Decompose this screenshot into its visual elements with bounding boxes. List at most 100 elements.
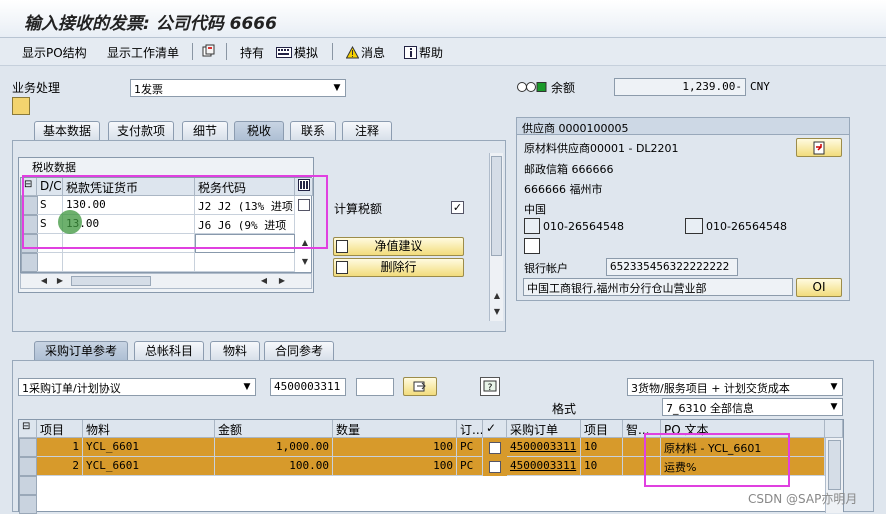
messages-button[interactable]: 消息 bbox=[346, 44, 385, 61]
phone-icon[interactable] bbox=[524, 218, 540, 234]
tab-notes[interactable]: 注释 bbox=[342, 121, 392, 140]
delete-row-button[interactable]: 删除行 bbox=[333, 258, 464, 277]
bank-account-value: 652335456322222222 bbox=[606, 258, 738, 276]
help-button[interactable]: 帮助 bbox=[404, 44, 443, 61]
delete-row-icon bbox=[336, 261, 348, 274]
tab-details[interactable]: 细节 bbox=[182, 121, 228, 140]
bank-name-value: 中国工商银行,福州市分行仓山营业部 bbox=[523, 278, 793, 296]
item-scope-select[interactable]: 3货物/服务项目 + 计划交货成本 ▼ bbox=[627, 378, 843, 396]
vendor-header: 供应商 0000100005 bbox=[522, 122, 629, 135]
row-selector[interactable] bbox=[19, 457, 37, 476]
status-lights-icon bbox=[516, 80, 550, 94]
item-quantity[interactable]: 100 bbox=[333, 438, 457, 457]
vendor-pobox: 邮政信箱 666666 bbox=[524, 163, 614, 176]
tab-po-reference[interactable]: 采购订单参考 bbox=[34, 341, 128, 360]
messages-label: 消息 bbox=[361, 46, 386, 60]
item-unit: PC bbox=[457, 457, 483, 476]
header-material: 物料 bbox=[83, 420, 215, 438]
row-selector[interactable] bbox=[19, 438, 37, 457]
calc-tax-label: 计算税额 bbox=[334, 202, 383, 216]
hold-button[interactable]: 持有 bbox=[240, 44, 264, 61]
po-item-input[interactable] bbox=[356, 378, 394, 396]
row-selector[interactable] bbox=[21, 253, 38, 272]
tab-gl-account[interactable]: 总帐科目 bbox=[134, 341, 204, 360]
item-po-link[interactable]: 4500003311 bbox=[507, 438, 581, 457]
oi-button[interactable]: OI bbox=[796, 278, 842, 297]
item-number: 1 bbox=[37, 438, 83, 457]
item-amount[interactable]: 100.00 bbox=[215, 457, 333, 476]
vendor-city: 666666 福州市 bbox=[524, 183, 603, 196]
fax-icon[interactable] bbox=[685, 218, 703, 234]
po-type-select[interactable]: 1采购订单/计划协议 ▼ bbox=[18, 378, 256, 396]
chevron-down-icon: ▼ bbox=[830, 382, 838, 392]
format-select[interactable]: 7_6310 全部信息 ▼ bbox=[662, 398, 843, 416]
show-po-structure-button[interactable]: 显示PO结构 bbox=[22, 44, 87, 61]
format-label: 格式 bbox=[552, 402, 577, 416]
item-checkbox[interactable] bbox=[489, 461, 501, 473]
item-quantity[interactable]: 100 bbox=[333, 457, 457, 476]
document-icon[interactable] bbox=[12, 97, 30, 115]
bank-account-label: 银行帐户 bbox=[524, 262, 568, 275]
simulate-button[interactable]: 模拟 bbox=[276, 44, 318, 61]
balance-label: 余额 bbox=[551, 81, 576, 95]
balance-value: 1,239.00- bbox=[614, 78, 746, 96]
row-selector[interactable] bbox=[19, 495, 37, 514]
vendor-phone: 010-26564548 bbox=[543, 220, 624, 233]
simulate-label: 模拟 bbox=[294, 46, 319, 60]
tab-contact[interactable]: 联系 bbox=[290, 121, 336, 140]
header-po-item: 项目 bbox=[581, 420, 623, 438]
svg-text:?: ? bbox=[488, 383, 493, 393]
tab-contract-reference[interactable]: 合同参考 bbox=[264, 341, 334, 360]
header-selection-icon: ✓ bbox=[483, 420, 507, 438]
tax-section-title: 税收数据 bbox=[32, 161, 76, 174]
calc-tax-checkbox[interactable]: ✓ bbox=[451, 201, 464, 214]
vendor-change-button[interactable] bbox=[796, 138, 842, 157]
copy-icon[interactable] bbox=[202, 44, 217, 58]
item-po-item: 10 bbox=[581, 438, 623, 457]
chevron-down-icon: ▼ bbox=[830, 402, 838, 412]
item-po-link[interactable]: 4500003311 bbox=[507, 457, 581, 476]
row-selector[interactable] bbox=[19, 476, 37, 495]
header-po: 采购订单 bbox=[507, 420, 581, 438]
header-item: 项目 bbox=[37, 420, 83, 438]
item-checkbox[interactable] bbox=[489, 442, 501, 454]
tax-hscrollbar[interactable]: ◀ ▶ ◀ ▶ bbox=[20, 273, 312, 289]
show-worklist-button[interactable]: 显示工作清单 bbox=[107, 44, 179, 61]
item-unit: PC bbox=[457, 438, 483, 457]
balance-currency: CNY bbox=[750, 80, 770, 93]
search-help-icon[interactable]: ? bbox=[480, 377, 500, 396]
item-po-item: 10 bbox=[581, 457, 623, 476]
annotation-box bbox=[644, 433, 790, 487]
transaction-select[interactable]: 1发票 ▼ bbox=[130, 79, 346, 97]
vendor-name: 原材料供应商00001 - DL2201 bbox=[524, 142, 679, 155]
vendor-country: 中国 bbox=[524, 203, 546, 216]
list-icon bbox=[336, 240, 348, 253]
application-toolbar: 显示PO结构 显示工作清单 持有 模拟 消息 帮助 bbox=[0, 38, 886, 66]
po-number-input[interactable]: 4500003311 bbox=[270, 378, 346, 396]
item-number: 2 bbox=[37, 457, 83, 476]
tab-basic-data[interactable]: 基本数据 bbox=[34, 121, 100, 140]
transaction-label: 业务处理 bbox=[12, 81, 61, 95]
tab-payment[interactable]: 支付款项 bbox=[108, 121, 174, 140]
chevron-down-icon: ▼ bbox=[243, 382, 251, 392]
vendor-fax: 010-26564548 bbox=[706, 220, 787, 233]
net-proposal-button[interactable]: 净值建议 bbox=[333, 237, 464, 256]
header-unit: 订... bbox=[457, 420, 483, 438]
header-amount: 金额 bbox=[215, 420, 333, 438]
help-label: 帮助 bbox=[419, 46, 444, 60]
tax-panel-scrollbar[interactable]: ▲ ▼ bbox=[489, 153, 503, 321]
annotation-box bbox=[22, 175, 328, 249]
chevron-down-icon: ▼ bbox=[333, 83, 341, 93]
transfer-button[interactable] bbox=[403, 377, 437, 396]
watermark: CSDN @SAP亦明月 bbox=[748, 492, 858, 506]
title-bar: 输入接收的发票: 公司代码 6666 bbox=[0, 0, 886, 38]
window-title: 输入接收的发票: 公司代码 6666 bbox=[24, 14, 277, 34]
item-material[interactable]: YCL_6601 bbox=[83, 438, 215, 457]
header-quantity: 数量 bbox=[333, 420, 457, 438]
scroll-down-icon[interactable]: ▼ bbox=[298, 255, 312, 269]
tab-material[interactable]: 物料 bbox=[210, 341, 260, 360]
item-amount[interactable]: 1,000.00 bbox=[215, 438, 333, 457]
calendar-icon[interactable] bbox=[524, 238, 540, 254]
item-material[interactable]: YCL_6601 bbox=[83, 457, 215, 476]
tab-tax[interactable]: 税收 bbox=[234, 121, 284, 140]
